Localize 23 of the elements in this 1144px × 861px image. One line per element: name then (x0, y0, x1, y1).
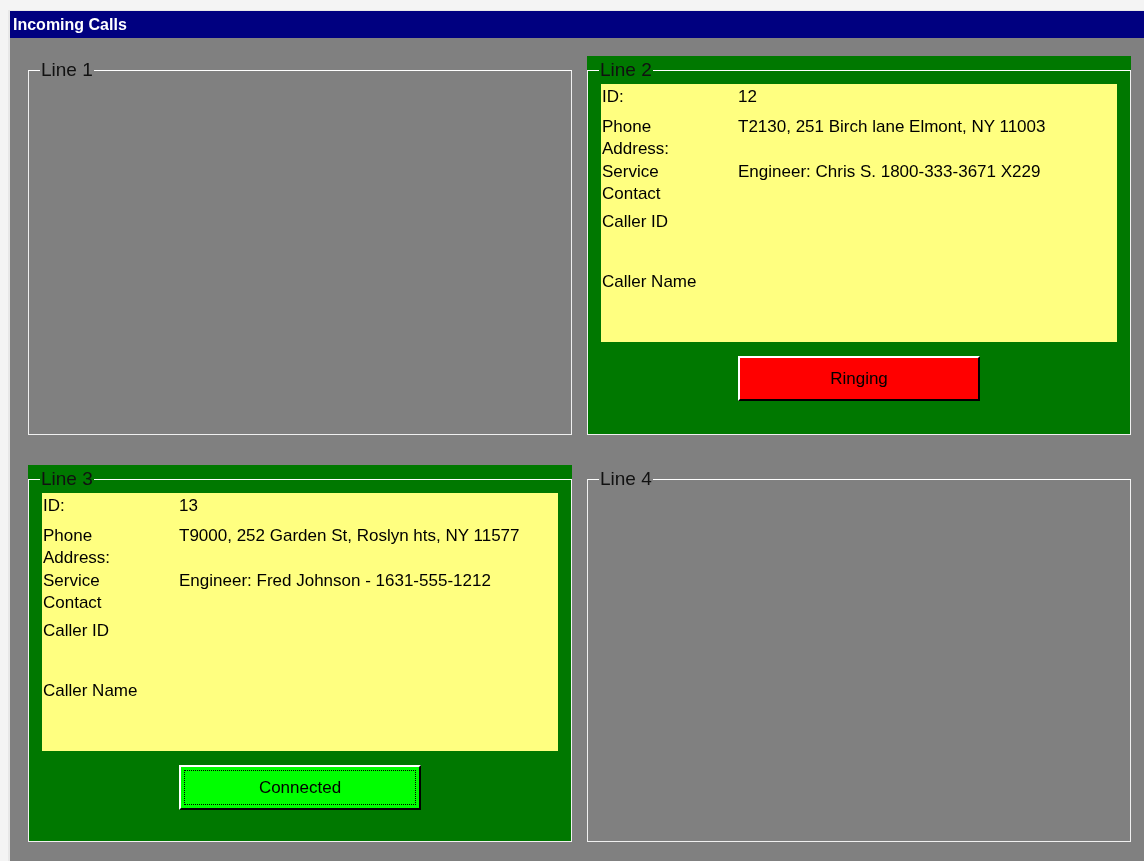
field-label: Service Contact (602, 161, 662, 205)
field-value: Engineer: Chris S. 1800-333-3671 X229 (738, 161, 1042, 183)
field-label: Phone Address: (43, 525, 112, 569)
line-title: Line 1 (40, 60, 94, 80)
status-button[interactable]: Ringing (738, 356, 980, 401)
field-label: ID: (43, 495, 66, 517)
field-label: Caller ID (43, 620, 111, 642)
field-value: 13 (179, 495, 199, 517)
status-button[interactable]: Connected (179, 765, 421, 810)
line-title: Line 2 (599, 60, 653, 80)
field-label: ID: (602, 86, 625, 108)
field-label: Caller Name (43, 680, 139, 702)
line-title: Line 3 (40, 469, 94, 489)
field-label: Caller ID (602, 211, 670, 233)
field-value: Engineer: Fred Johnson - 1631-555-1212 (179, 570, 492, 592)
line-title: Line 4 (599, 469, 653, 489)
window-title: Incoming Calls (13, 15, 127, 34)
field-value: 12 (738, 86, 758, 108)
field-value: T2130, 251 Birch lane Elmont, NY 11003 (738, 116, 1047, 138)
field-label: Service Contact (43, 570, 103, 614)
field-value: T9000, 252 Garden St, Roslyn hts, NY 11577 (179, 525, 521, 547)
field-label: Caller Name (602, 271, 698, 293)
field-label: Phone Address: (602, 116, 671, 160)
